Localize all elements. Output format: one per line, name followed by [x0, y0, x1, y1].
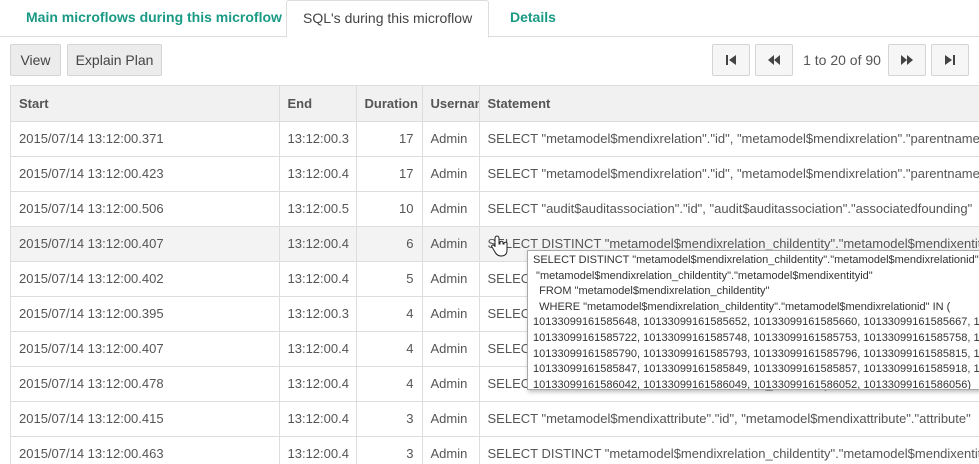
tooltip-line: 10133099161585722, 10133099161585748, 10… — [533, 331, 979, 344]
column-header-start[interactable]: Start — [11, 86, 280, 122]
cell-end: 13:12:00.3 — [279, 121, 357, 157]
next-page-icon — [901, 55, 913, 65]
grid-header: Start End Duration Username Statement — [11, 86, 979, 122]
table-row[interactable]: 2015/07/14 13:12:00.423 13:12:00.4 17 Admin… — [11, 156, 979, 192]
cell-username: Admin — [422, 331, 480, 367]
cell-start: 2015/07/14 13:12:00.402 — [11, 261, 280, 297]
cell-end: 13:12:00.5 — [279, 191, 357, 227]
hand-cursor-icon — [491, 235, 508, 257]
view-button[interactable]: View — [10, 44, 61, 76]
table-row[interactable]: 2015/07/14 13:12:00.371 13:12:00.3 17 Admin… — [11, 121, 979, 157]
cell-duration: 3 — [356, 401, 423, 437]
cell-end: 13:12:00.4 — [279, 156, 357, 192]
table-row[interactable]: 2015/07/14 13:12:00.463 13:12:00.4 3 Admin S… — [11, 436, 979, 464]
cell-statement: SELECT "metamodel$mendixrelation"."id", … — [479, 121, 979, 157]
tooltip-line: "metamodel$mendixrelation_childentity"."… — [533, 269, 873, 282]
tooltip-line: FROM "metamodel$mendixrelation_childenti… — [533, 285, 770, 298]
next-page-button[interactable] — [888, 44, 926, 76]
cell-start: 2015/07/14 13:12:00.407 — [11, 331, 280, 367]
cell-end: 13:12:00.3 — [279, 296, 357, 332]
tooltip-line: 10133099161586042, 10133099161586049, 10… — [533, 378, 972, 390]
cell-end: 13:12:00.4 — [279, 366, 357, 402]
column-header-username[interactable]: Username — [422, 86, 480, 122]
pager-status: 1 to 20 of 90 — [803, 52, 881, 68]
cell-end: 13:12:00.4 — [279, 226, 357, 262]
cell-start: 2015/07/14 13:12:00.423 — [11, 156, 280, 192]
cell-start: 2015/07/14 13:12:00.415 — [11, 401, 280, 437]
cell-username: Admin — [422, 121, 480, 157]
cell-duration: 17 — [356, 156, 423, 192]
cell-start: 2015/07/14 13:12:00.478 — [11, 366, 280, 402]
last-page-button[interactable] — [931, 44, 969, 76]
last-page-icon — [945, 55, 955, 65]
cell-end: 13:12:00.4 — [279, 261, 357, 297]
cell-username: Admin — [422, 436, 480, 464]
first-page-icon — [726, 55, 736, 65]
cell-duration: 4 — [356, 331, 423, 367]
tooltip-line: SELECT DISTINCT "metamodel$mendixrelatio… — [533, 254, 979, 266]
table-row[interactable]: 2015/07/14 13:12:00.506 13:12:00.5 10 Admin… — [11, 191, 979, 227]
cell-username: Admin — [422, 191, 480, 227]
tab-sqls[interactable]: SQL's during this microflow — [286, 0, 490, 38]
cell-statement: SELECT DISTINCT "metamodel$mendixrelatio… — [479, 436, 979, 464]
statement-tooltip: SELECT DISTINCT "metamodel$mendixrelatio… — [527, 250, 979, 390]
cell-duration: 3 — [356, 436, 423, 464]
cell-statement: SELECT "metamodel$mendixrelation"."id", … — [479, 156, 979, 192]
cell-username: Admin — [422, 296, 480, 332]
cell-start: 2015/07/14 13:12:00.407 — [11, 226, 280, 262]
tab-main-microflows[interactable]: Main microflows during this microflow — [10, 0, 298, 37]
column-header-end[interactable]: End — [279, 86, 357, 122]
cell-duration: 4 — [356, 296, 423, 332]
cell-duration: 17 — [356, 121, 423, 157]
tooltip-line: 10133099161585648, 10133099161585652, 10… — [533, 316, 979, 329]
cell-end: 13:12:00.4 — [279, 401, 357, 437]
cell-username: Admin — [422, 261, 480, 297]
cell-username: Admin — [422, 401, 480, 437]
cell-end: 13:12:00.4 — [279, 436, 357, 464]
cell-username: Admin — [422, 226, 480, 262]
cell-duration: 10 — [356, 191, 423, 227]
cell-duration: 4 — [356, 366, 423, 402]
cell-username: Admin — [422, 156, 480, 192]
explain-plan-button[interactable]: Explain Plan — [67, 44, 162, 76]
previous-page-button[interactable] — [755, 44, 793, 76]
tooltip-line: 10133099161585790, 10133099161585793, 10… — [533, 347, 979, 360]
cell-start: 2015/07/14 13:12:00.506 — [11, 191, 280, 227]
cell-username: Admin — [422, 366, 480, 402]
previous-page-icon — [768, 55, 780, 65]
tab-bar: Main microflows during this microflow SQ… — [0, 0, 979, 38]
column-header-statement[interactable]: Statement — [479, 86, 979, 122]
cell-statement: SELECT "audit$auditassociation"."id", "a… — [479, 191, 979, 227]
tab-details[interactable]: Details — [494, 0, 572, 37]
column-header-duration[interactable]: Duration — [356, 86, 423, 122]
cell-statement: SELECT "metamodel$mendixattribute"."id",… — [479, 401, 979, 437]
cell-start: 2015/07/14 13:12:00.371 — [11, 121, 280, 157]
cell-start: 2015/07/14 13:12:00.463 — [11, 436, 280, 464]
cell-start: 2015/07/14 13:12:00.395 — [11, 296, 280, 332]
cell-duration: 6 — [356, 226, 423, 262]
tooltip-line: 10133099161585847, 10133099161585849, 10… — [533, 363, 979, 376]
cell-end: 13:12:00.4 — [279, 331, 357, 367]
table-row[interactable]: 2015/07/14 13:12:00.415 13:12:00.4 3 Admin S… — [11, 401, 979, 437]
first-page-button[interactable] — [712, 44, 750, 76]
cell-duration: 5 — [356, 261, 423, 297]
tooltip-line: WHERE "metamodel$mendixrelation_childent… — [533, 300, 951, 313]
